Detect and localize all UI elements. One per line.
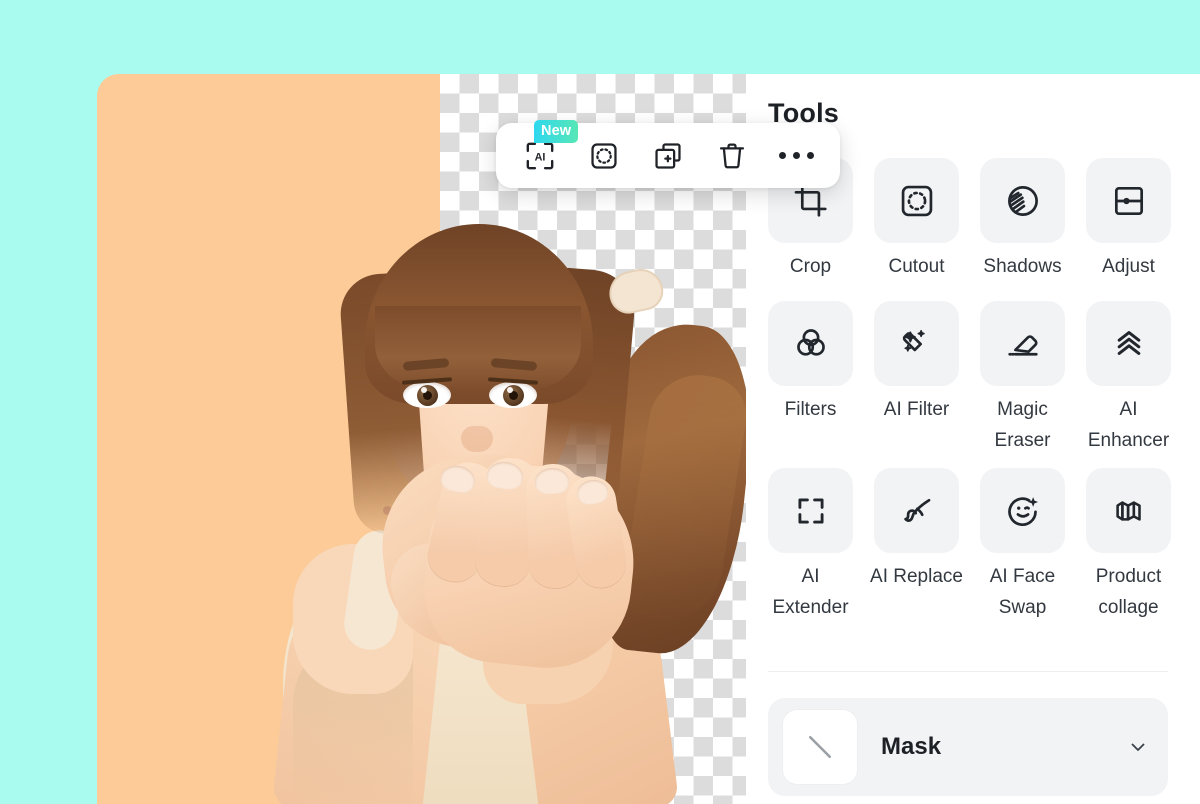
ai-frame-icon: AI: [526, 142, 554, 169]
cutout-icon: [901, 185, 932, 216]
select-subject-button[interactable]: [582, 134, 626, 178]
tool-ai-extender[interactable]: AI Extender: [768, 468, 853, 624]
tool-cutout[interactable]: Cutout: [874, 158, 959, 283]
svg-text:AI: AI: [535, 151, 546, 163]
mask-thumbnail[interactable]: [783, 710, 857, 784]
tool-shadows-label: Shadows: [983, 256, 1062, 277]
tool-product-collage-label: Product collage: [1095, 566, 1162, 619]
ellipsis-dot-1: [778, 152, 786, 159]
tool-cutout-label: Cutout: [888, 256, 945, 277]
filters-icon: [796, 329, 825, 356]
mask-label: Mask: [881, 733, 942, 760]
tool-product-collage[interactable]: Product collage: [1086, 468, 1171, 624]
tool-crop-label: Crop: [789, 256, 832, 277]
mask-row[interactable]: Mask: [768, 698, 1168, 796]
tool-magic-eraser[interactable]: Magic Eraser: [980, 295, 1065, 457]
more-options-button[interactable]: [774, 134, 818, 178]
ellipsis-dot-3: [806, 152, 814, 159]
subject-eye-glint-left: [421, 387, 427, 393]
tool-ai-extender-label: AI Extender: [772, 566, 849, 619]
tool-cutout-tile[interactable]: [874, 158, 959, 243]
tool-adjust-tile[interactable]: [1086, 158, 1171, 243]
tool-filters[interactable]: Filters: [768, 295, 853, 457]
tool-ai-filter-label: AI Filter: [883, 398, 950, 420]
trash-icon: [719, 143, 745, 168]
tool-shadows-tile[interactable]: [980, 158, 1065, 243]
duplicate-plus-icon: [655, 142, 681, 169]
eraser-icon: [1007, 335, 1038, 356]
tool-ai-replace[interactable]: AI Replace: [870, 468, 963, 624]
delete-button[interactable]: [710, 134, 754, 178]
expand-arrows-icon: [797, 498, 824, 524]
wink-face-sparkle-icon: [1007, 496, 1038, 526]
tool-ai-filter[interactable]: AI Filter: [874, 295, 959, 457]
duplicate-button[interactable]: [646, 134, 690, 178]
shadows-icon: [1007, 185, 1038, 216]
double-chevron-up-icon: [1117, 331, 1140, 356]
diagonal-line-icon: [808, 735, 832, 759]
subject-nose: [461, 426, 493, 452]
tool-adjust[interactable]: Adjust: [1086, 158, 1171, 283]
ellipsis-dot-2: [792, 152, 800, 159]
tool-filters-tile[interactable]: [768, 300, 853, 386]
subject-bangs: [375, 306, 581, 392]
ai-select-button[interactable]: New AI: [518, 119, 579, 178]
subject-fingernail-3: [534, 467, 570, 495]
tool-shadows[interactable]: Shadows: [980, 158, 1065, 283]
editor-root: Tools Crop Cutout Shadows Adjust Filters…: [0, 0, 1200, 804]
tool-ai-extender-tile[interactable]: [768, 468, 853, 554]
tool-ai-replace-tile[interactable]: [874, 468, 959, 554]
chevron-down-icon[interactable]: [1126, 735, 1150, 759]
tool-magic-eraser-label: Magic Eraser: [994, 398, 1051, 451]
new-badge: New: [534, 119, 579, 143]
ellipsis-icon: [778, 152, 814, 159]
paint-brush-icon: [903, 498, 930, 522]
adjust-icon: [1114, 186, 1143, 215]
tool-ai-enhancer-tile[interactable]: [1086, 300, 1171, 386]
panel-divider: [768, 671, 1168, 672]
tool-ai-replace-label: AI Replace: [870, 566, 963, 588]
tool-product-collage-tile[interactable]: [1086, 468, 1171, 554]
tool-ai-face-swap-tile[interactable]: [980, 468, 1065, 554]
tool-ai-face-swap-label: AI Face Swap: [989, 566, 1056, 619]
tool-ai-filter-tile[interactable]: [874, 300, 959, 386]
magic-wand-icon: [902, 330, 925, 352]
tool-magic-eraser-tile[interactable]: [980, 300, 1065, 386]
floating-action-toolbar[interactable]: New AI: [496, 119, 840, 188]
dotted-circle-square-icon: [591, 142, 617, 169]
tools-grid: Crop Cutout Shadows Adjust Filters AI Fi…: [768, 158, 1171, 624]
tool-adjust-label: Adjust: [1102, 256, 1155, 277]
tool-filters-label: Filters: [784, 398, 837, 420]
tool-ai-enhancer[interactable]: AI Enhancer: [1086, 295, 1171, 457]
tool-ai-face-swap[interactable]: AI Face Swap: [980, 468, 1065, 624]
subject-eye-glint-right: [507, 387, 513, 393]
folded-panels-icon: [1115, 501, 1141, 521]
tool-ai-enhancer-label: AI Enhancer: [1087, 398, 1170, 451]
